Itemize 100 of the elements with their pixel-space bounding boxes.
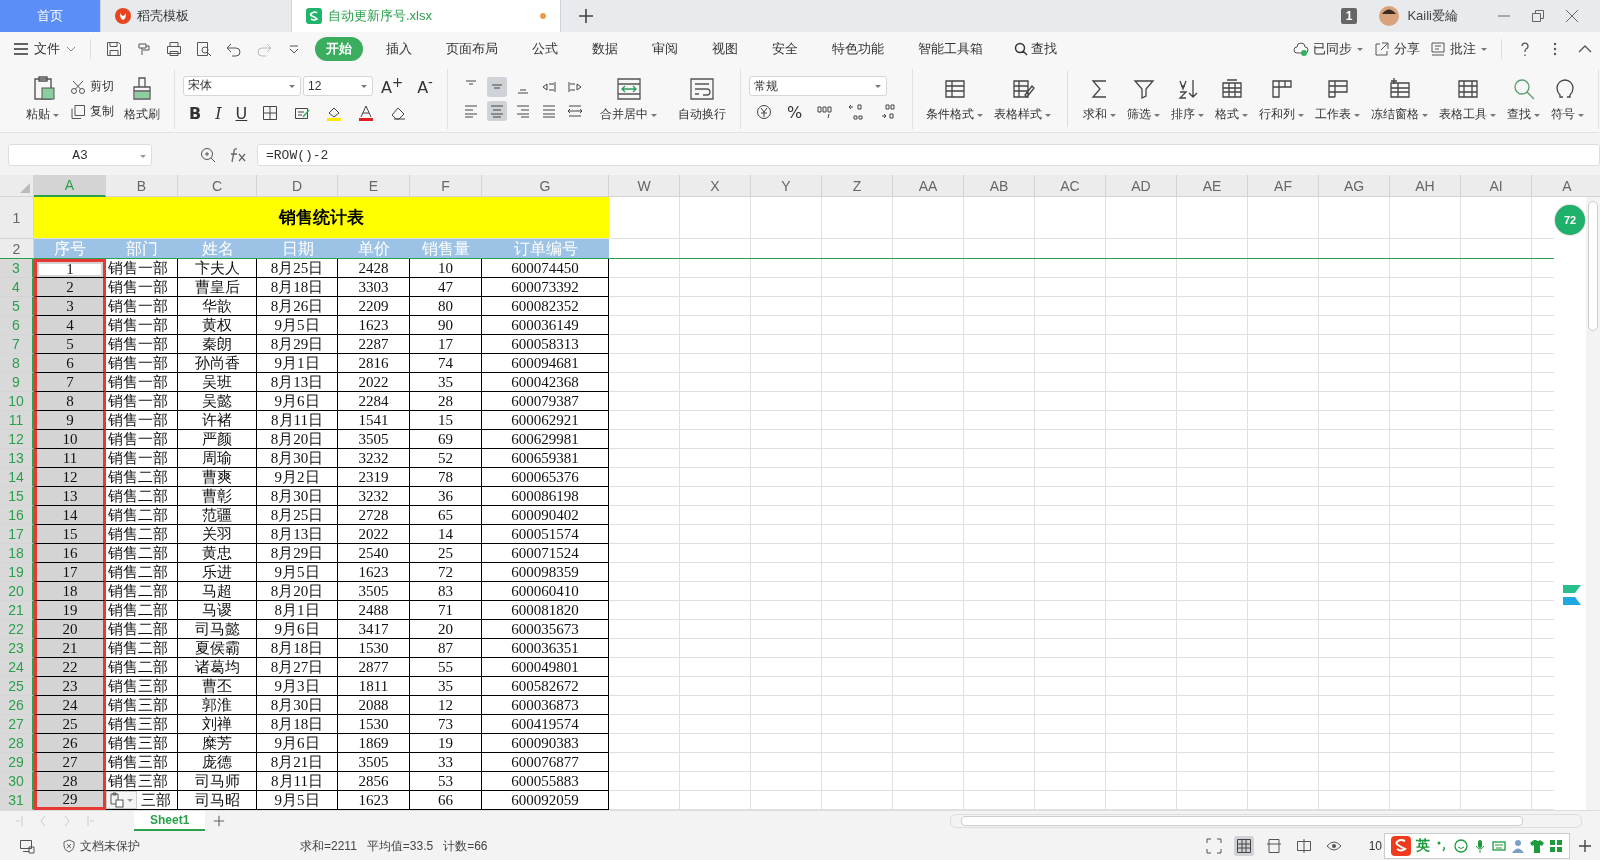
table-cell[interactable]: 23 <box>34 677 106 696</box>
column-header[interactable]: E <box>338 175 410 197</box>
table-cell[interactable]: 22 <box>34 658 106 677</box>
save-icon[interactable] <box>104 39 124 59</box>
table-cell[interactable]: 4 <box>34 316 106 335</box>
zoom-level[interactable]: 10 <box>1368 839 1382 853</box>
ribbon-button[interactable]: 排序 <box>1166 75 1211 123</box>
new-tab-icon[interactable] <box>579 9 593 23</box>
ribbon-tab[interactable]: 审阅 <box>641 37 689 61</box>
column-header[interactable]: D <box>257 175 338 197</box>
ribbon-tab[interactable]: 数据 <box>581 37 629 61</box>
input-method-bar[interactable]: 英 <box>1384 833 1570 859</box>
column-header[interactable]: AC <box>1035 175 1106 197</box>
row-header[interactable]: 2 <box>0 239 34 259</box>
ribbon-tab[interactable]: 公式 <box>521 37 569 61</box>
protection-status[interactable]: 文档未保护 <box>62 837 140 855</box>
alignment-icon[interactable] <box>486 77 507 97</box>
column-header[interactable]: C <box>178 175 257 197</box>
table-cell[interactable]: 28 <box>34 772 106 791</box>
column-header[interactable]: G <box>482 175 609 197</box>
toolbar-button[interactable]: 分享 <box>1374 40 1420 58</box>
font-name-field[interactable]: 宋体 <box>183 76 301 96</box>
column-header[interactable]: AH <box>1390 175 1461 197</box>
copy-button[interactable]: 复制 <box>70 103 114 120</box>
add-sheet-icon[interactable] <box>213 815 226 827</box>
table-cell[interactable]: 29 <box>34 791 106 810</box>
column-header[interactable]: AG <box>1319 175 1390 197</box>
column-header[interactable]: X <box>680 175 751 197</box>
ribbon-button[interactable]: 行和列 <box>1254 75 1311 123</box>
column-header[interactable]: W <box>609 175 680 197</box>
decrease-font-button[interactable]: A$^{-}$ <box>411 74 439 98</box>
column-header[interactable]: AD <box>1106 175 1177 197</box>
table-cell[interactable]: 27 <box>34 753 106 772</box>
normal-view-icon[interactable] <box>1233 836 1254 856</box>
print-preview-icon[interactable] <box>194 39 214 59</box>
ribbon-button[interactable]: 符号 <box>1546 75 1591 123</box>
bold-button[interactable]: B <box>183 103 208 123</box>
italic-button[interactable]: I <box>209 103 228 123</box>
scroll-thumb[interactable] <box>1588 201 1598 331</box>
cut-button[interactable]: 剪切 <box>70 78 114 95</box>
ribbon-button[interactable]: 查找 <box>1502 75 1547 123</box>
ribbon-button[interactable]: 条件格式 <box>921 75 990 123</box>
horizontal-scrollbar[interactable] <box>950 814 1582 828</box>
percent-button[interactable]: % <box>780 102 809 122</box>
font-size-field[interactable]: 12 <box>303 76 373 96</box>
table-cell[interactable]: 2 <box>34 278 106 297</box>
table-cell[interactable]: 15 <box>34 525 106 544</box>
column-header[interactable]: AE <box>1177 175 1248 197</box>
table-cell[interactable]: 18 <box>34 582 106 601</box>
column-header[interactable]: AA <box>893 175 964 197</box>
column-header[interactable]: Z <box>822 175 893 197</box>
paste-options-button[interactable] <box>106 791 137 809</box>
search-button[interactable]: 查找 <box>1014 40 1057 58</box>
ribbon-button[interactable]: 冻结窗格 <box>1366 75 1435 123</box>
table-cell[interactable]: 7 <box>34 373 106 392</box>
table-cell[interactable]: 25 <box>34 715 106 734</box>
ribbon-button[interactable]: 求和 <box>1078 75 1123 123</box>
column-header[interactable]: AF <box>1248 175 1319 197</box>
column-header[interactable]: AB <box>964 175 1035 197</box>
table-cell[interactable]: 19 <box>34 601 106 620</box>
avatar-icon[interactable] <box>1379 6 1400 26</box>
restore-icon[interactable] <box>1532 10 1544 22</box>
table-cell[interactable]: 14 <box>34 506 106 525</box>
column-header[interactable]: Y <box>751 175 822 197</box>
ribbon-button[interactable]: 表格样式 <box>989 75 1058 123</box>
ribbon-button[interactable]: 工作表 <box>1310 75 1367 123</box>
column-header[interactable]: A <box>1532 175 1600 197</box>
alignment-icon[interactable] <box>486 101 507 121</box>
ribbon-tab[interactable]: 特色功能 <box>821 37 895 61</box>
table-cell[interactable]: 11 <box>34 449 106 468</box>
table-cell[interactable]: 26 <box>34 734 106 753</box>
close-icon[interactable] <box>1566 10 1578 22</box>
ribbon-button[interactable]: 筛选 <box>1122 75 1167 123</box>
document-tab[interactable]: 自动更新序号.xlsx <box>292 0 561 32</box>
column-header[interactable]: F <box>410 175 482 197</box>
table-cell[interactable]: 12 <box>34 468 106 487</box>
column-header[interactable]: B <box>106 175 178 197</box>
name-box[interactable]: A3 <box>8 144 152 166</box>
paste-button[interactable]: 粘贴 <box>20 75 66 123</box>
toolbar-button[interactable]: 批注 <box>1430 40 1488 58</box>
number-format-field[interactable]: 常规 <box>748 76 887 96</box>
ribbon-tab[interactable]: 页面布局 <box>435 37 509 61</box>
table-cell[interactable]: 9 <box>34 411 106 430</box>
ribbon-tab[interactable]: 插入 <box>375 37 423 61</box>
ribbon-tab[interactable]: 安全 <box>761 37 809 61</box>
table-cell[interactable]: 5 <box>34 335 106 354</box>
table-cell[interactable]: 20 <box>34 620 106 639</box>
table-cell[interactable]: 16 <box>34 544 106 563</box>
window-count-badge[interactable]: 1 <box>1340 8 1358 24</box>
zoom-icon[interactable] <box>198 145 218 165</box>
table-cell[interactable]: 17 <box>34 563 106 582</box>
table-cell[interactable]: 3 <box>34 297 106 316</box>
print-icon[interactable] <box>164 39 184 59</box>
table-cell[interactable]: 10 <box>34 430 106 449</box>
toolbar-button[interactable]: 已同步 <box>1293 40 1364 58</box>
wrap-text-button[interactable]: 自动换行 <box>671 75 732 123</box>
table-cell[interactable]: 13 <box>34 487 106 506</box>
format-painter-button[interactable]: 格式刷 <box>118 75 166 123</box>
underline-button[interactable]: U <box>229 103 254 123</box>
table-cell[interactable]: 6 <box>34 354 106 373</box>
